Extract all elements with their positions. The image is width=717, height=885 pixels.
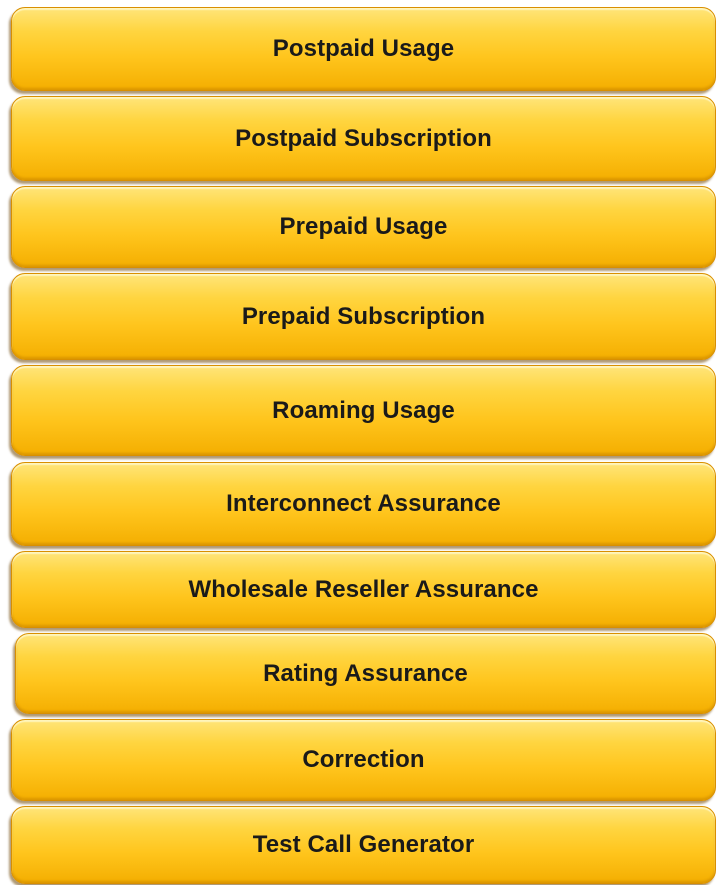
- postpaid-usage-button[interactable]: Postpaid Usage: [11, 7, 716, 91]
- roaming-usage-button[interactable]: Roaming Usage: [11, 365, 716, 456]
- interconnect-assurance-button[interactable]: Interconnect Assurance: [11, 462, 716, 546]
- test-call-generator-button[interactable]: Test Call Generator: [11, 806, 716, 884]
- menu-item-label: Rating Assurance: [263, 659, 468, 687]
- menu-item-label: Postpaid Usage: [272, 35, 455, 62]
- prepaid-subscription-button[interactable]: Prepaid Subscription: [11, 273, 716, 360]
- menu-item-label: Roaming Usage: [272, 396, 455, 424]
- wholesale-reseller-assurance-button[interactable]: Wholesale Reseller Assurance: [11, 551, 716, 628]
- menu-item-label: Prepaid Usage: [279, 213, 448, 240]
- postpaid-subscription-button[interactable]: Postpaid Subscription: [11, 96, 716, 181]
- menu-item-label: Test Call Generator: [252, 831, 475, 858]
- rating-assurance-button[interactable]: Rating Assurance: [15, 633, 716, 714]
- assurance-menu: Postpaid Usage Postpaid Subscription Pre…: [0, 0, 717, 885]
- menu-item-label: Postpaid Subscription: [235, 124, 492, 152]
- menu-item-label: Wholesale Reseller Assurance: [188, 575, 539, 603]
- prepaid-usage-button[interactable]: Prepaid Usage: [11, 186, 716, 268]
- menu-item-label: Interconnect Assurance: [226, 490, 501, 517]
- menu-item-label: Correction: [302, 746, 425, 773]
- menu-item-label: Prepaid Subscription: [241, 302, 486, 330]
- correction-button[interactable]: Correction: [11, 719, 716, 801]
